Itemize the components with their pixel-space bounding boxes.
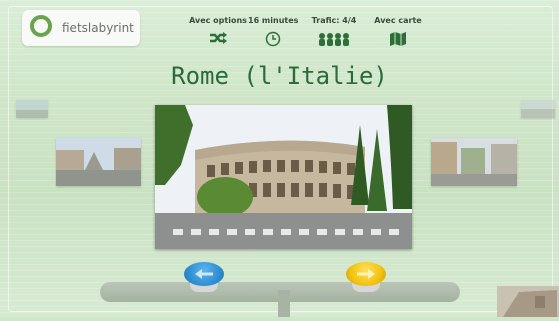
location-photo xyxy=(155,105,412,249)
logo: fietslabyrint xyxy=(22,10,140,46)
right-thumbnail[interactable] xyxy=(431,138,517,186)
arrow-left-icon xyxy=(195,269,213,279)
option-shuffle[interactable]: Avec options xyxy=(188,16,248,48)
location-title: Rome (l'Italie) xyxy=(171,62,388,90)
option-label: 16 minutes xyxy=(248,16,299,25)
option-label: Avec carte xyxy=(374,16,422,25)
option-traffic[interactable]: Trafic: 4/4 xyxy=(308,16,360,50)
far-left-thumbnail xyxy=(16,100,48,118)
arrow-right-icon xyxy=(357,269,375,279)
logo-text: fietslabyrint xyxy=(62,21,134,35)
corner-preview xyxy=(497,286,559,317)
option-map[interactable]: Avec carte xyxy=(372,16,424,50)
clock-icon xyxy=(248,31,298,50)
logo-ring-icon xyxy=(30,15,52,37)
option-time[interactable]: 16 minutes xyxy=(248,16,298,50)
direction-controls xyxy=(100,262,460,317)
people-icon xyxy=(308,31,360,50)
left-thumbnail[interactable] xyxy=(56,138,141,186)
option-label: Trafic: 4/4 xyxy=(311,16,357,25)
control-stem xyxy=(278,290,290,317)
map-icon xyxy=(372,31,424,50)
right-button[interactable] xyxy=(346,262,386,292)
left-button[interactable] xyxy=(184,262,224,292)
option-label: Avec options xyxy=(189,16,247,25)
shuffle-icon xyxy=(188,31,248,48)
far-right-thumbnail xyxy=(521,100,555,118)
